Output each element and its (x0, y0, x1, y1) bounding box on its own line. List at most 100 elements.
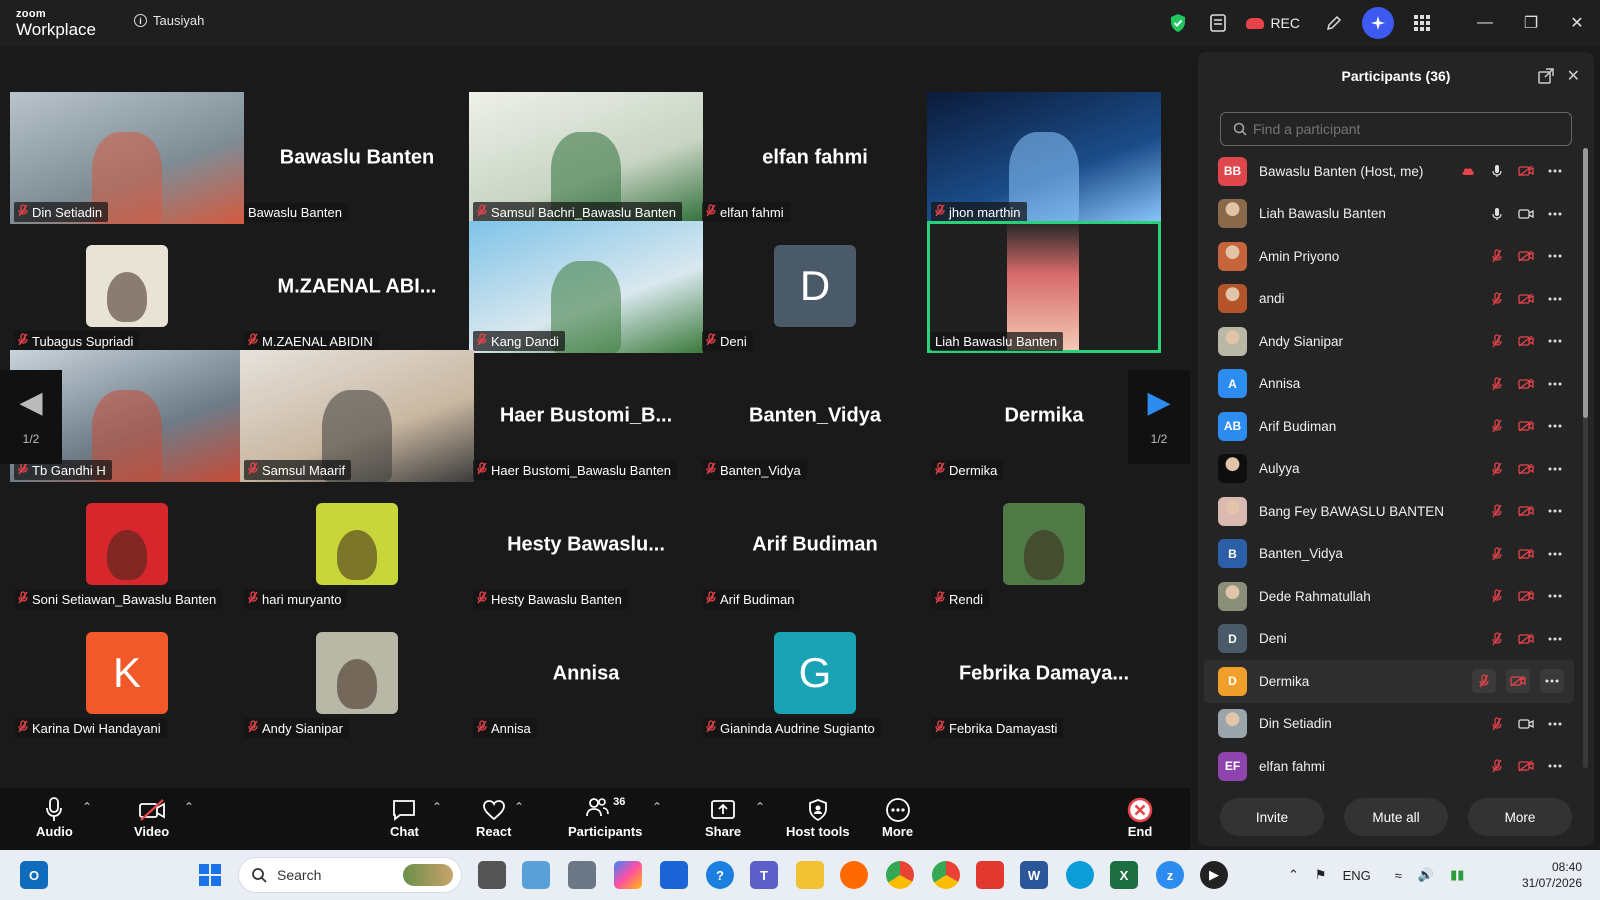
mic-muted-icon[interactable] (1487, 332, 1506, 351)
end-meeting-button[interactable]: End (1127, 796, 1153, 839)
react-button[interactable]: React (476, 796, 511, 839)
mic-muted-icon[interactable] (1487, 757, 1506, 776)
video-tile[interactable]: Arif Budiman Arif Budiman (698, 479, 932, 611)
ai-companion-button[interactable] (1362, 7, 1394, 39)
more-options-icon[interactable] (1545, 502, 1564, 521)
minimize-icon[interactable]: — (1462, 0, 1508, 46)
video-tile[interactable]: Bawaslu Banten Bawaslu Banten (240, 92, 474, 224)
word-taskbar-icon[interactable]: W (1020, 861, 1048, 889)
video-tile[interactable]: Samsul Bachri_Bawaslu Banten (469, 92, 703, 224)
task-view-icon[interactable] (478, 861, 506, 889)
mic-muted-icon[interactable] (1472, 669, 1496, 694)
meeting-info-button[interactable]: i Tausiyah (134, 13, 204, 28)
video-tile[interactable]: Kang Dandi (469, 221, 703, 353)
participant-row[interactable]: A Annisa (1204, 363, 1574, 406)
video-off-icon[interactable] (1516, 544, 1535, 563)
more-options-icon[interactable] (1545, 544, 1564, 563)
more-options-icon[interactable] (1545, 162, 1564, 181)
cloud-recording-icon[interactable] (1458, 162, 1477, 181)
mic-muted-icon[interactable] (1487, 587, 1506, 606)
more-options-icon[interactable] (1545, 289, 1564, 308)
video-tile[interactable]: Dermika Dermika (927, 350, 1161, 482)
participant-row[interactable]: D Dermika (1204, 660, 1574, 703)
battery-icon[interactable]: ▮▮ (1450, 867, 1464, 883)
video-off-icon[interactable] (1516, 587, 1535, 606)
mic-muted-icon[interactable] (1487, 247, 1506, 266)
file-explorer-taskbar-icon[interactable] (796, 861, 824, 889)
help-taskbar-icon[interactable]: ? (706, 861, 734, 889)
more-options-icon[interactable] (1545, 459, 1564, 478)
mic-muted-icon[interactable] (1487, 289, 1506, 308)
more-options-icon[interactable] (1545, 629, 1564, 648)
participant-list-scrollbar[interactable] (1583, 148, 1588, 768)
participants-options-caret[interactable]: ⌃ (652, 800, 662, 814)
more-options-icon[interactable] (1545, 204, 1564, 223)
excel-taskbar-icon[interactable]: X (1110, 861, 1138, 889)
video-off-icon[interactable] (1516, 502, 1535, 521)
panel-more-button[interactable]: More (1468, 798, 1572, 836)
popout-icon[interactable] (1538, 68, 1554, 87)
video-tile[interactable]: Soni Setiawan_Bawaslu Banten (10, 479, 244, 611)
invite-button[interactable]: Invite (1220, 798, 1324, 836)
zoom-taskbar-icon[interactable]: z (1156, 861, 1184, 889)
prev-page-button[interactable]: ◀ 1/2 (0, 370, 62, 464)
security-shield-icon[interactable] (1164, 9, 1192, 37)
more-options-icon[interactable] (1545, 417, 1564, 436)
video-off-icon[interactable] (1516, 417, 1535, 436)
recording-indicator[interactable]: REC (1246, 15, 1300, 31)
video-tile[interactable]: M.ZAENAL ABI... M.ZAENAL ABIDIN (240, 221, 474, 353)
language-indicator[interactable]: ENG (1343, 868, 1371, 883)
mute-all-button[interactable]: Mute all (1344, 798, 1448, 836)
participant-row[interactable]: Bang Fey BAWASLU BANTEN (1204, 490, 1574, 533)
video-off-icon[interactable] (1516, 247, 1535, 266)
taskbar-clock[interactable]: 08:40 31/07/2026 (1522, 859, 1582, 891)
microphone-icon[interactable] (1487, 162, 1506, 181)
chat-button[interactable]: Chat (390, 796, 419, 839)
video-off-icon[interactable] (1516, 162, 1535, 181)
notes-icon[interactable] (1204, 9, 1232, 37)
participant-row[interactable]: D Deni (1204, 618, 1574, 661)
video-off-icon[interactable] (1516, 629, 1535, 648)
participant-row[interactable]: Liah Bawaslu Banten (1204, 193, 1574, 236)
edge-taskbar-icon[interactable] (1066, 861, 1094, 889)
video-tile[interactable]: Rendi (927, 479, 1161, 611)
chat-options-caret[interactable]: ⌃ (432, 800, 442, 814)
panel-close-icon[interactable]: ✕ (1567, 66, 1580, 86)
wifi-icon[interactable]: ≈ (1395, 868, 1402, 883)
mic-muted-icon[interactable] (1487, 714, 1506, 733)
participant-row[interactable]: B Banten_Vidya (1204, 533, 1574, 576)
firefox-taskbar-icon[interactable] (840, 861, 868, 889)
teams-taskbar-icon[interactable]: T (750, 861, 778, 889)
participants-button[interactable]: 36 Participants (568, 796, 642, 839)
taskbar-search[interactable]: Search (238, 857, 462, 893)
video-tile[interactable]: Tubagus Supriadi (10, 221, 244, 353)
video-tile[interactable]: Febrika Damaya... Febrika Damayasti (927, 608, 1161, 740)
video-camera-icon[interactable] (1516, 204, 1535, 223)
video-tile[interactable]: Hesty Bawaslu... Hesty Bawaslu Banten (469, 479, 703, 611)
share-options-caret[interactable]: ⌃ (755, 800, 765, 814)
participant-row[interactable]: BB Bawaslu Banten (Host, me) (1204, 150, 1574, 193)
microphone-icon[interactable] (1487, 204, 1506, 223)
host-tools-button[interactable]: Host tools (786, 796, 850, 839)
more-options-icon[interactable] (1545, 757, 1564, 776)
video-tile[interactable]: Din Setiadin (10, 92, 244, 224)
media-player-taskbar-icon[interactable]: ▶ (1200, 861, 1228, 889)
audio-button[interactable]: Audio (36, 796, 73, 839)
more-options-icon[interactable] (1545, 332, 1564, 351)
more-options-icon[interactable] (1545, 587, 1564, 606)
video-tile[interactable]: Banten_Vidya Banten_Vidya (698, 350, 932, 482)
chrome-taskbar-icon[interactable] (886, 861, 914, 889)
mic-muted-icon[interactable] (1487, 374, 1506, 393)
more-options-icon[interactable] (1545, 714, 1564, 733)
calculator-taskbar-icon[interactable] (568, 861, 596, 889)
restore-icon[interactable]: ❐ (1508, 0, 1554, 46)
participant-row[interactable]: AB Arif Budiman (1204, 405, 1574, 448)
video-tile[interactable]: Liah Bawaslu Banten (927, 221, 1161, 353)
participant-row[interactable]: Amin Priyono (1204, 235, 1574, 278)
video-button[interactable]: Video (134, 796, 169, 839)
whiteboard-pen-icon[interactable] (1320, 9, 1348, 37)
audio-options-caret[interactable]: ⌃ (82, 800, 92, 814)
mic-muted-icon[interactable] (1487, 544, 1506, 563)
pdf-taskbar-icon[interactable] (976, 861, 1004, 889)
participant-search[interactable] (1220, 112, 1572, 146)
